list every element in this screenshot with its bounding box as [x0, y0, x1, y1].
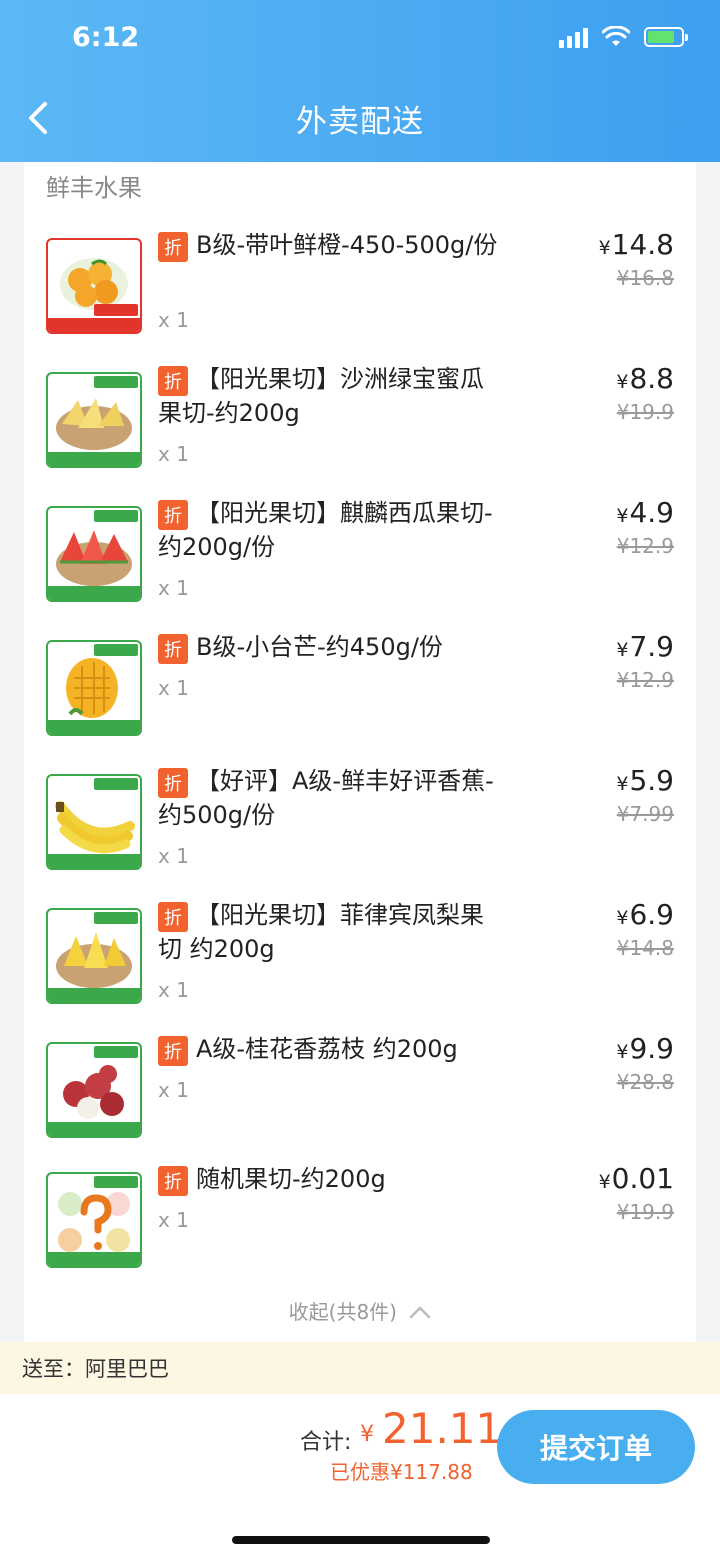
product-name: B级-带叶鲜橙-450-500g/份: [196, 231, 498, 259]
page-title: 外卖配送: [296, 104, 424, 140]
signal-icon: [559, 26, 588, 48]
product-quantity: x 1: [158, 442, 189, 466]
discount-saved: 已优惠¥117.88: [330, 1460, 473, 1484]
product-price: ¥7.9: [616, 630, 674, 663]
product-price: ¥6.9: [616, 898, 674, 931]
original-price: ¥19.9: [616, 1200, 674, 1224]
product-quantity: x 1: [158, 576, 189, 600]
collapse-button[interactable]: 收起(共8件): [24, 1296, 696, 1325]
product-quantity: x 1: [158, 978, 189, 1002]
product-quantity: x 1: [158, 844, 189, 868]
order-item[interactable]: 折 A级-桂花香荔枝 约200g x 1 ¥9.9 ¥28.8: [24, 1032, 696, 1152]
product-name: 【阳光果切】麒麟西瓜果切-约200g/份: [158, 499, 493, 561]
total-label: 合计:: [300, 1430, 352, 1455]
wifi-icon: [602, 26, 630, 46]
product-quantity: x 1: [158, 1078, 189, 1102]
product-image: [46, 506, 142, 602]
product-image: [46, 238, 142, 334]
product-name: 【好评】A级-鲜丰好评香蕉-约500g/份: [158, 767, 494, 829]
order-item[interactable]: 折 B级-小台芒-约450g/份 x 1 ¥7.9 ¥12.9: [24, 630, 696, 750]
product-name: 【阳光果切】菲律宾凤梨果切 约200g: [158, 901, 484, 963]
order-item[interactable]: 折 随机果切-约200g x 1 ¥0.01 ¥19.9: [24, 1162, 696, 1282]
product-price: ¥8.8: [616, 362, 674, 395]
product-image: [46, 908, 142, 1004]
delivery-address[interactable]: 送至：阿里巴巴: [0, 1342, 720, 1394]
product-quantity: x 1: [158, 308, 189, 332]
product-name: B级-小台芒-约450g/份: [196, 633, 443, 661]
original-price: ¥12.9: [616, 668, 674, 692]
original-price: ¥12.9: [616, 534, 674, 558]
order-item[interactable]: 折 【好评】A级-鲜丰好评香蕉-约500g/份 x 1 ¥5.9 ¥7.99: [24, 764, 696, 884]
order-item[interactable]: 折 【阳光果切】菲律宾凤梨果切 约200g x 1 ¥6.9 ¥14.8: [24, 898, 696, 1018]
order-item[interactable]: 折 B级-带叶鲜橙-450-500g/份 x 1 ¥14.8 ¥16.8: [24, 228, 696, 348]
home-indicator: [232, 1536, 490, 1544]
product-price: ¥14.8: [598, 228, 674, 261]
header: 6:12 外卖配送: [0, 0, 720, 162]
total-amount: 21.11: [382, 1404, 503, 1453]
status-time: 6:12: [72, 22, 140, 53]
shop-name: 鲜丰水果: [46, 174, 142, 202]
original-price: ¥28.8: [616, 1070, 674, 1094]
product-image: [46, 1172, 142, 1268]
status-icons: [559, 26, 688, 48]
product-price: ¥4.9: [616, 496, 674, 529]
order-item[interactable]: 折 【阳光果切】沙洲绿宝蜜瓜果切-约200g x 1 ¥8.8 ¥19.9: [24, 362, 696, 482]
product-name: A级-桂花香荔枝 约200g: [196, 1035, 458, 1063]
submit-order-button[interactable]: 提交订单: [497, 1410, 695, 1484]
checkout-bar: 合计: ¥ 21.11 已优惠¥117.88 提交订单: [0, 1394, 720, 1558]
original-price: ¥19.9: [616, 400, 674, 424]
product-image: [46, 372, 142, 468]
battery-icon: [644, 27, 688, 47]
total-currency: ¥: [360, 1422, 374, 1447]
product-price: ¥9.9: [616, 1032, 674, 1065]
product-quantity: x 1: [158, 676, 189, 700]
product-name: 随机果切-约200g: [196, 1165, 386, 1193]
product-price: ¥0.01: [598, 1162, 674, 1195]
product-quantity: x 1: [158, 1208, 189, 1232]
original-price: ¥14.8: [616, 936, 674, 960]
product-image: [46, 774, 142, 870]
chevron-up-icon: [410, 1306, 431, 1319]
product-image: [46, 640, 142, 736]
product-image: [46, 1042, 142, 1138]
collapse-label: 收起(共8件): [288, 1300, 397, 1324]
original-price: ¥7.99: [616, 802, 674, 826]
product-name: 【阳光果切】沙洲绿宝蜜瓜果切-约200g: [158, 365, 484, 427]
product-price: ¥5.9: [616, 764, 674, 797]
order-card: 鲜丰水果 折 B级-带叶鲜橙-450-500g/份 x 1 ¥14.8 ¥16.…: [24, 162, 696, 1342]
original-price: ¥16.8: [616, 266, 674, 290]
order-item[interactable]: 折 【阳光果切】麒麟西瓜果切-约200g/份 x 1 ¥4.9 ¥12.9: [24, 496, 696, 616]
